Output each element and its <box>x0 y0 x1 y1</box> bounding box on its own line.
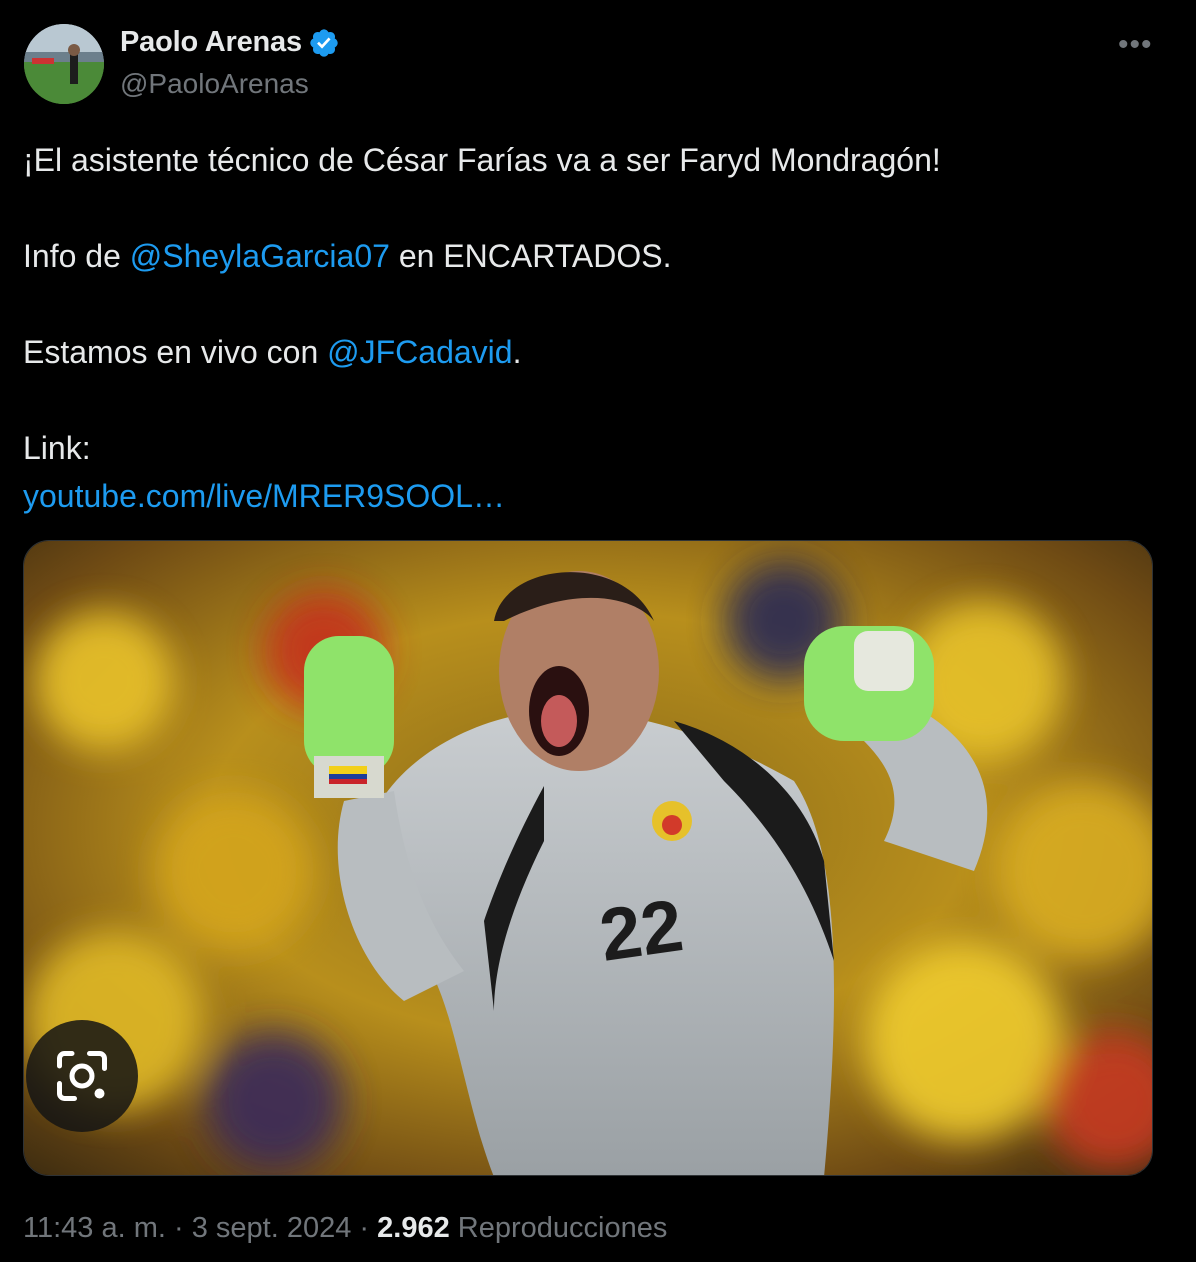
tweet-time[interactable]: 11:43 a. m. <box>23 1212 166 1244</box>
tweet-image[interactable]: 22 <box>23 540 1153 1176</box>
goalkeeper-photo: 22 <box>24 541 1152 1175</box>
tweet-date[interactable]: 3 sept. 2024 <box>192 1212 352 1244</box>
views-label: Reproducciones <box>457 1212 668 1244</box>
tweet-line-2-suffix: en ENCARTADOS. <box>389 238 672 274</box>
youtube-link[interactable]: youtube.com/live/MRER9SOOL… <box>23 478 505 514</box>
author-name[interactable]: Paolo Arenas <box>120 26 302 59</box>
tweet-line-2-prefix: Info de <box>23 238 130 274</box>
views-count: 2.962 <box>377 1212 450 1244</box>
tweet-meta: 11:43 a. m. · 3 sept. 2024 · 2.962 Repro… <box>23 1212 667 1245</box>
author-handle[interactable]: @PaoloArenas <box>120 68 309 100</box>
mention-jfcadavid[interactable]: @JFCadavid <box>327 334 512 370</box>
verified-badge-icon <box>310 28 338 57</box>
avatar-photo <box>24 24 104 104</box>
meta-separator: · <box>351 1212 378 1244</box>
tweet-line-2: Info de @SheylaGarcia07 en ENCARTADOS. <box>23 232 1163 280</box>
google-lens-icon <box>57 1051 107 1101</box>
jersey-number: 22 <box>595 883 688 977</box>
avatar[interactable] <box>24 24 104 104</box>
tweet-line-3: Estamos en vivo con @JFCadavid. <box>23 328 1163 376</box>
mention-sheylagarcia07[interactable]: @SheylaGarcia07 <box>130 238 390 274</box>
tweet-line-3-suffix: . <box>512 334 522 370</box>
more-icon[interactable]: ••• <box>1118 28 1153 62</box>
tweet-text: ¡El asistente técnico de César Farías va… <box>23 136 1163 520</box>
google-lens-button[interactable] <box>26 1020 138 1132</box>
tweet-line-1: ¡El asistente técnico de César Farías va… <box>23 142 941 178</box>
tweet-line-3-prefix: Estamos en vivo con <box>23 334 328 370</box>
meta-separator: · <box>165 1212 192 1244</box>
tweet-line-4: Link: <box>23 430 91 466</box>
